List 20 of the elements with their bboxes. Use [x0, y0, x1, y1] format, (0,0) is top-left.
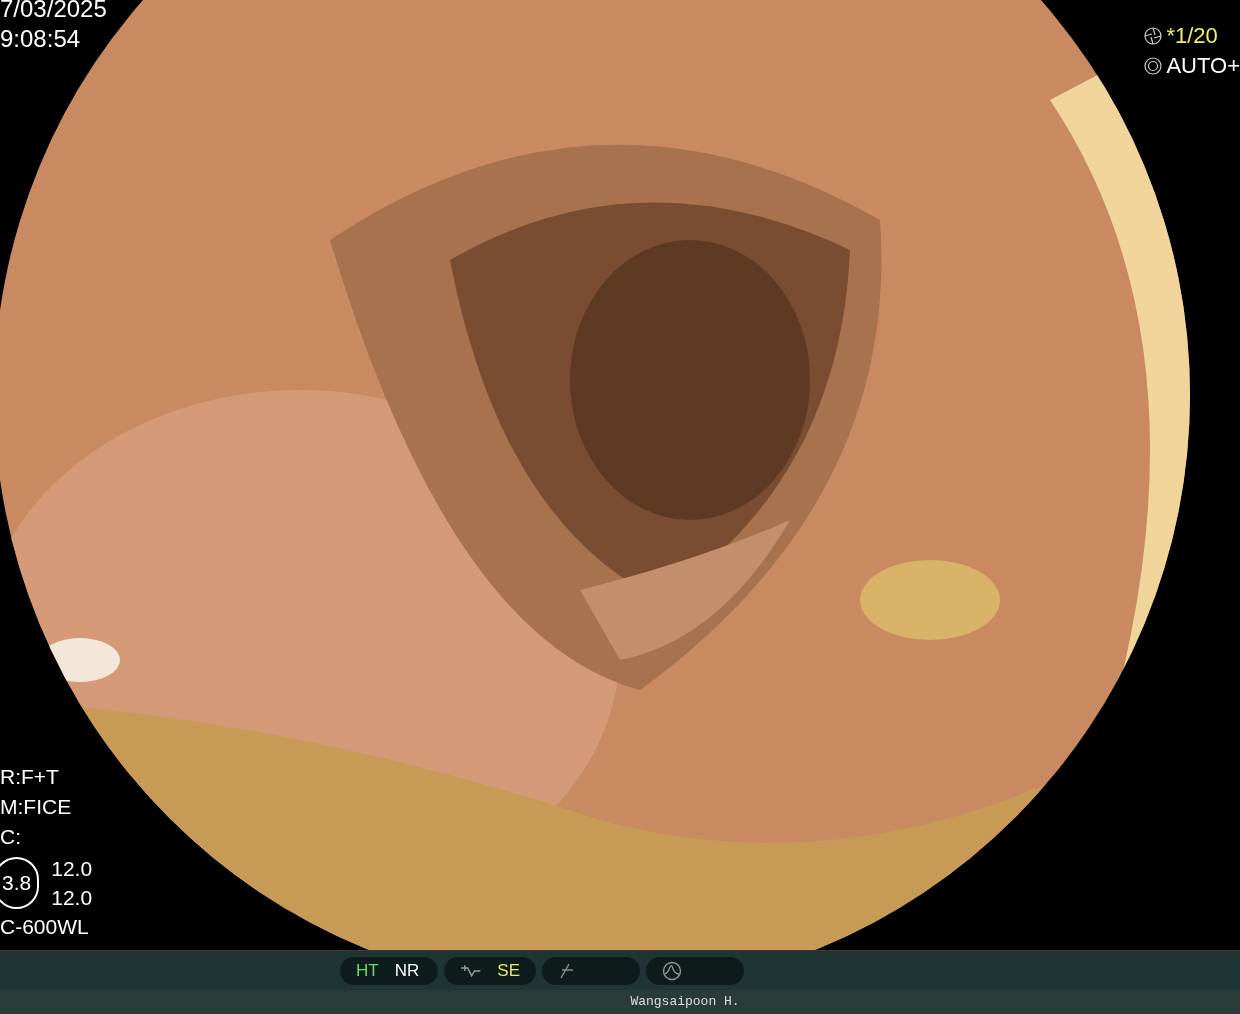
scope-model-text: C-600WL — [0, 914, 89, 940]
mode-label: NR — [394, 959, 420, 982]
wave-icon — [662, 960, 682, 981]
aperture-icon — [1144, 57, 1163, 75]
setting-text: C: — [0, 824, 21, 850]
zoom-value: 12.0 — [51, 885, 93, 911]
curve-icon — [460, 962, 482, 979]
aperture-icon — [1144, 27, 1163, 45]
slash-icon — [558, 962, 576, 979]
exposure-mode-text: AUTO+ — [1166, 52, 1240, 80]
zoom-badge: 3.8 — [0, 857, 40, 909]
mode-label: SE — [497, 959, 520, 982]
operator-name: Wangsaipoon H. — [629, 993, 740, 1012]
shutter-text: *1/20 — [1166, 22, 1218, 50]
date-text: 7/03/2025 — [0, 0, 107, 24]
mode-label: HT — [356, 959, 379, 982]
setting-text: M:FICE — [0, 794, 72, 820]
zoom-value: 12.0 — [51, 856, 93, 882]
setting-text: R:F+T — [0, 764, 59, 790]
time-text: 9:08:54 — [0, 24, 81, 54]
